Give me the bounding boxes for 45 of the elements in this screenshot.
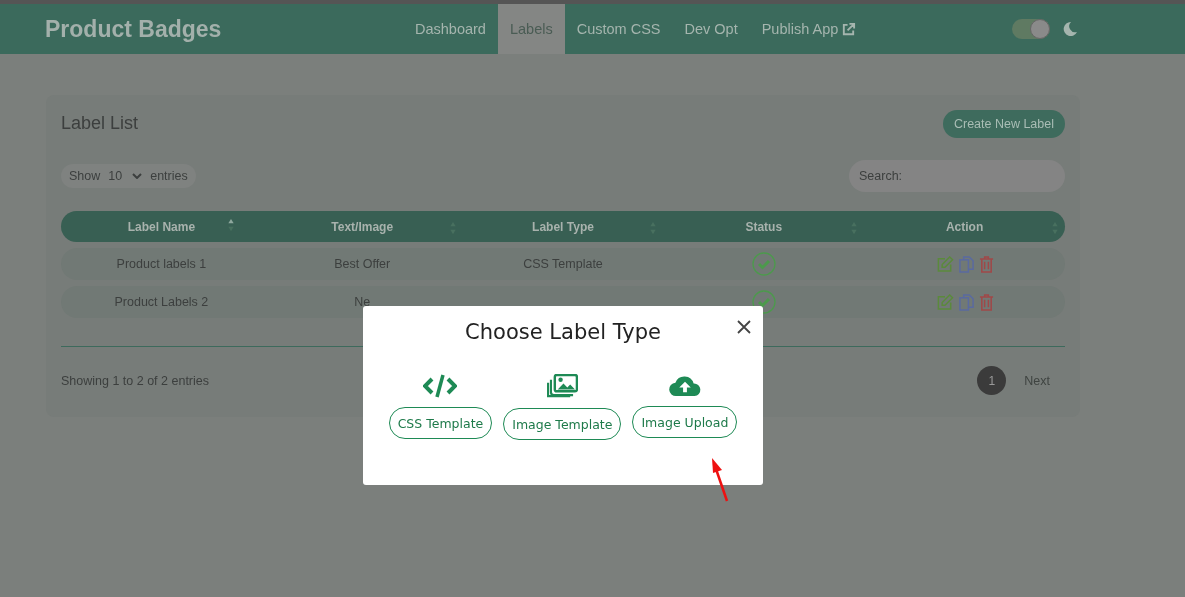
dialog-title: Choose Label Type [464,320,662,344]
external-link-icon [841,21,857,37]
app-title: Product Badges [45,15,223,43]
page-button[interactable]: 1 [977,366,1007,395]
table-cell: Product Labels 2 [114,295,209,309]
code-icon [423,374,458,398]
entries-select[interactable]: 10 [108,169,143,183]
nav-tab[interactable]: Custom CSS [564,4,673,54]
table-info: Showing 1 to 2 of 2 entries [61,373,209,388]
label-type-button[interactable]: Image Upload [632,406,738,438]
copy-icon[interactable] [958,255,974,273]
search-field[interactable]: Search: [849,160,1065,192]
images-icon [546,374,578,399]
chevron-down-icon[interactable] [132,173,143,179]
annotation-arrow [709,457,731,503]
table-cell: Best Offer [334,257,391,271]
column-header[interactable]: Label Name [127,219,196,234]
nav-tab[interactable]: Labels [497,4,565,54]
moon-icon[interactable] [1062,21,1078,37]
edit-icon[interactable] [935,255,954,273]
column-header[interactable]: Label Type [532,219,594,234]
card-title: Label List [61,113,139,134]
next-page-link[interactable]: Next [1024,373,1050,388]
close-icon[interactable] [737,320,751,334]
entries-label: entries [150,169,188,183]
table-cell: Product labels 1 [116,257,207,271]
edit-icon[interactable] [935,293,954,311]
copy-icon[interactable] [958,293,974,311]
label-type-button[interactable]: CSS Template [388,407,493,439]
label-type-button[interactable]: Image Template [503,408,622,440]
trash-icon[interactable] [978,293,994,311]
column-header[interactable]: Text/Image [331,219,394,234]
column-header[interactable]: Status [745,219,783,234]
create-label-button[interactable]: Create New Label [942,110,1065,138]
table-cell: Ne [354,295,371,309]
nav-tab[interactable]: Dev Opt [672,4,750,54]
theme-toggle[interactable] [1012,19,1050,39]
trash-icon[interactable] [978,255,994,273]
cloud-upload-icon [667,374,702,397]
show-label: Show [69,169,101,183]
nav-tab[interactable]: Dashboard [403,4,498,54]
nav-tab[interactable]: Publish App [749,4,869,54]
table-cell: CSS Template [523,257,603,271]
sort-icon[interactable] [226,217,235,232]
column-header[interactable]: Action [945,219,984,234]
